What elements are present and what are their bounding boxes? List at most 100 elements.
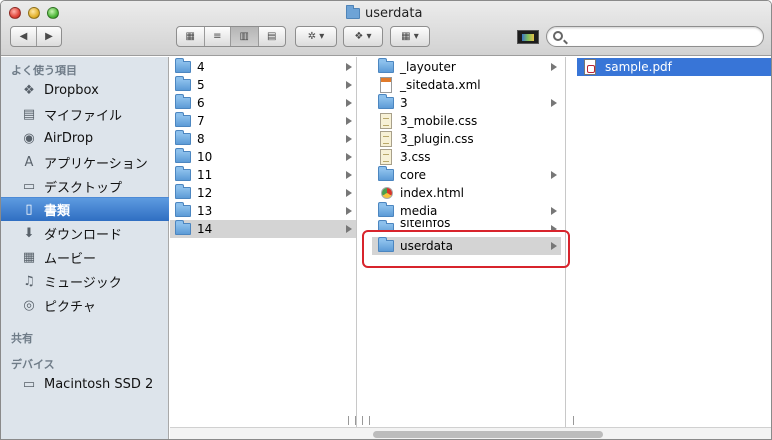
column-resize-handle[interactable] [362, 416, 370, 425]
column-1: 4 5 6 7 8 10 11 12 13 14 [170, 57, 357, 427]
list-item[interactable]: _sitedata.xml [358, 76, 561, 94]
zoom-window-button[interactable] [47, 7, 59, 19]
coverflow-view-icon: ▤ [267, 31, 277, 42]
css-file-icon [380, 113, 392, 129]
list-item[interactable]: 7 [170, 112, 356, 130]
list-item[interactable]: 10 [170, 148, 356, 166]
sidebar-item-macintosh-ssd-2[interactable]: ▭ Macintosh SSD 2 [1, 372, 169, 396]
item-name: 3.css [400, 150, 431, 164]
sidebar-item-downloads[interactable]: ⬇ ダウンロード [1, 221, 169, 245]
item-name: 13 [197, 204, 213, 218]
dropbox-menu-button[interactable]: ❖ ▾ [343, 26, 383, 47]
favorites-header: よく使う項目 [11, 64, 77, 77]
list-item[interactable]: 3_plugin.css [358, 130, 561, 148]
list-item-selected[interactable]: sample.pdf [577, 58, 771, 76]
sidebar-item-label: AirDrop [44, 130, 94, 146]
downloads-icon: ⬇ [23, 225, 35, 241]
column-resize-handle[interactable] [348, 416, 356, 425]
folder-icon [175, 166, 191, 181]
window-title: userdata [346, 4, 423, 21]
horizontal-scrollbar[interactable] [170, 427, 771, 439]
folder-icon [175, 148, 191, 163]
list-item[interactable]: 8 [170, 130, 356, 148]
list-item[interactable]: siteinfos [358, 220, 561, 230]
sidebar-item-dropbox[interactable]: ❖ Dropbox [1, 78, 169, 102]
folder-icon [175, 94, 191, 109]
search-field[interactable] [546, 26, 764, 47]
sidebar-item-desktop[interactable]: ▭ デスクトップ [1, 174, 169, 198]
coverflow-view-button[interactable]: ▤ [257, 27, 286, 46]
music-icon: ♫ [23, 273, 35, 289]
list-item[interactable]: index.html [358, 184, 561, 202]
item-name: 7 [197, 114, 205, 128]
list-item[interactable]: _layouter [358, 58, 561, 76]
back-button[interactable]: ◀ [11, 27, 36, 46]
list-item[interactable]: 12 [170, 184, 356, 202]
scrollbar-thumb[interactable] [373, 431, 603, 438]
folder-icon [175, 184, 191, 199]
list-item[interactable]: 6 [170, 94, 356, 112]
disclosure-arrow-icon [346, 225, 352, 233]
folder-icon [346, 4, 360, 19]
arrange-menu-button[interactable]: ▦ ▾ [390, 26, 430, 47]
item-name: 10 [197, 150, 213, 164]
item-name: media [400, 204, 438, 218]
icon-view-button[interactable]: ▦ [177, 27, 204, 46]
window-title-text: userdata [365, 5, 423, 21]
disclosure-arrow-icon [346, 171, 352, 179]
airdrop-icon: ◉ [23, 130, 35, 146]
applications-icon: A [24, 154, 34, 170]
folder-icon [378, 58, 394, 73]
sidebar-item-airdrop[interactable]: ◉ AirDrop [1, 126, 169, 150]
search-input[interactable] [569, 29, 757, 44]
sidebar-item-documents[interactable]: ▯ 書類 [1, 197, 169, 221]
css-file-icon [380, 149, 392, 165]
all-files-icon: ▤ [22, 106, 36, 122]
sidebar-item-label: ミュージック [44, 275, 122, 291]
forward-button[interactable]: ▶ [35, 27, 61, 46]
item-name: 12 [197, 186, 213, 200]
list-view-button[interactable]: ≡ [203, 27, 231, 46]
sidebar-item-music[interactable]: ♫ ミュージック [1, 269, 169, 293]
sidebar-item-label: アプリケーション [44, 156, 148, 172]
action-menu-button[interactable]: ✲ ▾ [295, 26, 337, 47]
shared-header: 共有 [11, 332, 33, 345]
folder-icon [175, 112, 191, 127]
list-item[interactable]: 3_mobile.css [358, 112, 561, 130]
folder-icon [378, 202, 394, 217]
minimize-window-button[interactable] [28, 7, 40, 19]
column-view-button[interactable]: ▥ [230, 27, 258, 46]
folder-icon [175, 58, 191, 73]
disclosure-arrow-icon [346, 153, 352, 161]
forward-arrow-icon: ▶ [45, 31, 53, 42]
column-resize-handle[interactable] [567, 416, 574, 425]
list-item[interactable]: 11 [170, 166, 356, 184]
sidebar-item-my-files[interactable]: ▤ マイファイル [1, 102, 169, 126]
list-item[interactable]: 5 [170, 76, 356, 94]
item-name: _layouter [400, 60, 456, 74]
folder-icon [175, 130, 191, 145]
quicklook-preview-icon[interactable] [517, 30, 539, 44]
camera-icon: ◎ [23, 297, 35, 313]
sidebar-item-movies[interactable]: ▦ ムービー [1, 245, 169, 269]
sidebar-item-label: デスクトップ [44, 180, 123, 196]
folder-icon [378, 220, 394, 230]
list-item[interactable]: 4 [170, 58, 356, 76]
sidebar-item-applications[interactable]: A アプリケーション [1, 150, 169, 174]
desktop-icon: ▭ [22, 178, 36, 194]
disclosure-arrow-icon [346, 63, 352, 71]
list-item[interactable]: media [358, 202, 561, 220]
list-item[interactable]: 3.css [358, 148, 561, 166]
list-item[interactable]: core [358, 166, 561, 184]
item-name: core [400, 168, 426, 182]
disclosure-arrow-icon [346, 81, 352, 89]
close-window-button[interactable] [9, 7, 21, 19]
list-item-selected[interactable]: 14 [170, 220, 356, 238]
list-item[interactable]: 13 [170, 202, 356, 220]
sidebar-item-pictures[interactable]: ◎ ピクチャ [1, 293, 169, 317]
disclosure-arrow-icon [346, 189, 352, 197]
disclosure-arrow-icon [551, 99, 557, 107]
list-item[interactable]: 3 [358, 94, 561, 112]
movies-icon: ▦ [22, 249, 36, 265]
sidebar-item-label: Dropbox [44, 82, 99, 98]
